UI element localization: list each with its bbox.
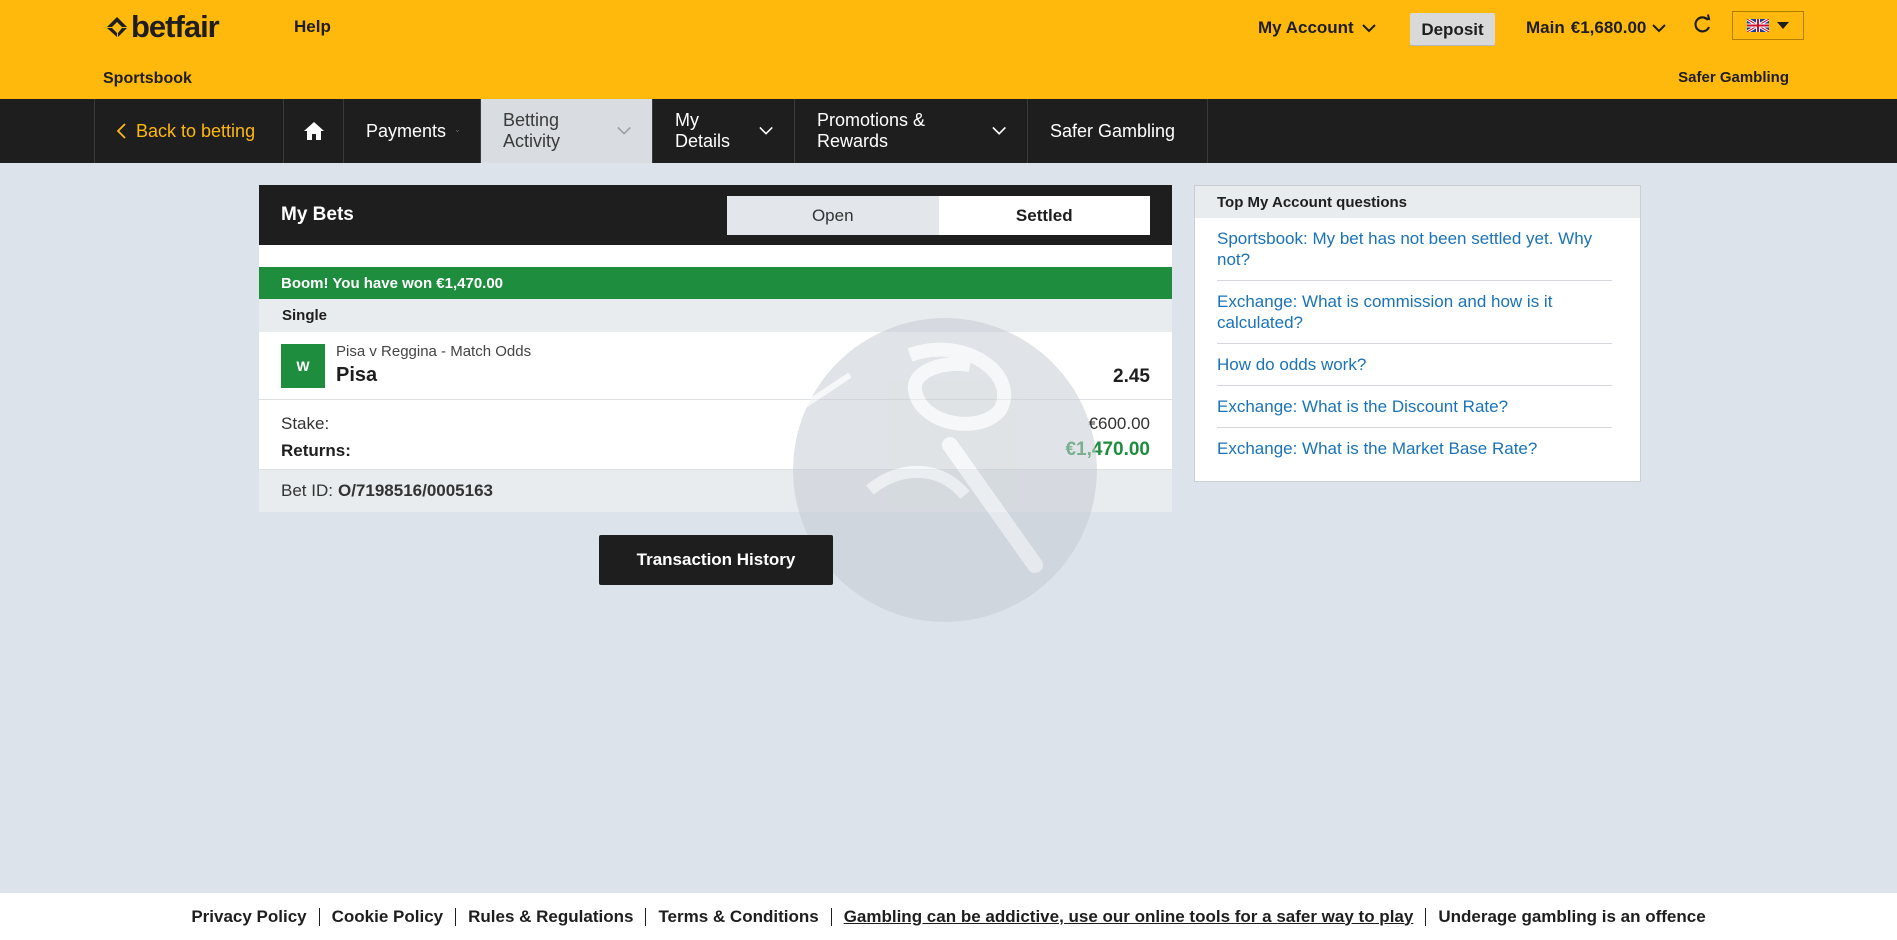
market-name: Pisa v Reggina - Match Odds (336, 343, 532, 360)
faq-link[interactable]: Exchange: What is the Discount Rate? (1217, 386, 1612, 428)
transaction-history-button[interactable]: Transaction History (599, 535, 833, 585)
my-account-label: My Account (1258, 18, 1354, 37)
returns-label: Returns: (281, 441, 351, 460)
terms-conditions-link[interactable]: Terms & Conditions (646, 907, 832, 926)
safer-gambling-link[interactable]: Safer Gambling (1678, 69, 1789, 86)
bet-id-row: Bet ID: O/7198516/0005163 (259, 470, 1172, 512)
chevron-down-icon (1362, 23, 1376, 32)
sportsbook-link[interactable]: Sportsbook (103, 70, 192, 88)
cookie-policy-link[interactable]: Cookie Policy (320, 907, 457, 926)
faq-title: Top My Account questions (1195, 186, 1640, 218)
nav-betting-activity-label: Betting Activity (503, 110, 561, 151)
language-select[interactable] (1732, 11, 1804, 40)
chevron-down-icon (456, 130, 459, 132)
home-button[interactable] (283, 99, 344, 163)
bet-selection-row: W Pisa v Reggina - Match Odds Pisa 2.45 (259, 332, 1172, 400)
spacer (259, 245, 1172, 267)
chevron-left-icon (117, 123, 126, 139)
refresh-icon[interactable] (1693, 14, 1713, 34)
my-bets-panel: My Bets Open Settled Boom! You have won … (259, 185, 1172, 512)
betfair-logo-icon (107, 17, 127, 37)
chevron-down-icon (1652, 23, 1667, 32)
nav-my-details[interactable]: My Details (652, 99, 795, 163)
betfair-logo[interactable]: betfair (105, 9, 220, 44)
returns-value: €1,470.00 (1065, 439, 1150, 460)
my-bets-title: My Bets (281, 204, 354, 225)
nav-payments-label: Payments (366, 120, 447, 141)
faq-list: Sportsbook: My bet has not been settled … (1195, 218, 1640, 469)
uk-flag-icon (1747, 19, 1769, 32)
faq-panel: Top My Account questions Sportsbook: My … (1194, 185, 1641, 482)
faq-link[interactable]: Sportsbook: My bet has not been settled … (1217, 218, 1612, 281)
chevron-down-icon (759, 126, 773, 135)
account-nav: Back to betting Payments Betting Activit… (0, 99, 1897, 163)
bet-id-label: Bet ID: (281, 481, 333, 500)
stake-value: €600.00 (1088, 414, 1150, 433)
caret-down-icon (1777, 22, 1789, 29)
nav-payments[interactable]: Payments (343, 99, 481, 163)
footer: Privacy Policy Cookie Policy Rules & Reg… (0, 893, 1897, 940)
nav-betting-activity[interactable]: Betting Activity (480, 99, 653, 163)
top-header: betfair Help Sportsbook Safer Gambling M… (0, 0, 1897, 99)
nav-promotions-label: Promotions & Rewards (817, 110, 926, 151)
bets-tab-switcher: Open Settled (727, 196, 1150, 235)
nav-divider (1207, 99, 1208, 163)
tab-settled[interactable]: Settled (938, 196, 1150, 235)
back-to-betting-link[interactable]: Back to betting (94, 99, 284, 163)
faq-link[interactable]: Exchange: What is commission and how is … (1217, 281, 1612, 344)
safer-gambling-tools-link[interactable]: Gambling can be addictive, use our onlin… (832, 907, 1427, 926)
stake-label: Stake: (281, 414, 330, 433)
chevron-down-icon (992, 126, 1006, 135)
selection-name: Pisa (336, 364, 378, 386)
balance-label: Main (1526, 18, 1565, 37)
bet-type-label: Single (259, 299, 1172, 332)
faq-link[interactable]: Exchange: What is the Market Base Rate? (1217, 428, 1612, 469)
back-to-betting-label: Back to betting (136, 120, 256, 141)
help-link[interactable]: Help (294, 17, 331, 37)
tab-open[interactable]: Open (727, 196, 939, 235)
faq-link[interactable]: How do odds work? (1217, 344, 1612, 386)
my-bets-header: My Bets Open Settled (259, 185, 1172, 245)
rules-regulations-link[interactable]: Rules & Regulations (456, 907, 647, 926)
stake-returns: Stake: €600.00 Returns: €1,470.00 (259, 400, 1172, 470)
result-badge: W (281, 344, 325, 388)
logo-text: betfair (131, 9, 220, 44)
nav-my-details-label: My Details (675, 110, 731, 151)
bet-id-value: O/7198516/0005163 (337, 481, 494, 500)
won-banner: Boom! You have won €1,470.00 (259, 267, 1172, 299)
balance-value: €1,680.00 (1570, 18, 1647, 37)
balance-dropdown[interactable]: Main €1,680.00 (1526, 18, 1667, 38)
nav-promotions[interactable]: Promotions & Rewards (794, 99, 1028, 163)
underage-gambling-notice: Underage gambling is an offence (1438, 906, 1706, 926)
nav-safer-gambling-label: Safer Gambling (1050, 120, 1176, 141)
my-account-dropdown[interactable]: My Account (1258, 18, 1376, 38)
chevron-down-icon (617, 126, 631, 135)
home-icon (304, 122, 324, 140)
deposit-button[interactable]: Deposit (1410, 13, 1495, 46)
privacy-policy-link[interactable]: Privacy Policy (179, 907, 320, 926)
nav-safer-gambling[interactable]: Safer Gambling (1027, 99, 1208, 163)
odds-value: 2.45 (1113, 366, 1150, 387)
